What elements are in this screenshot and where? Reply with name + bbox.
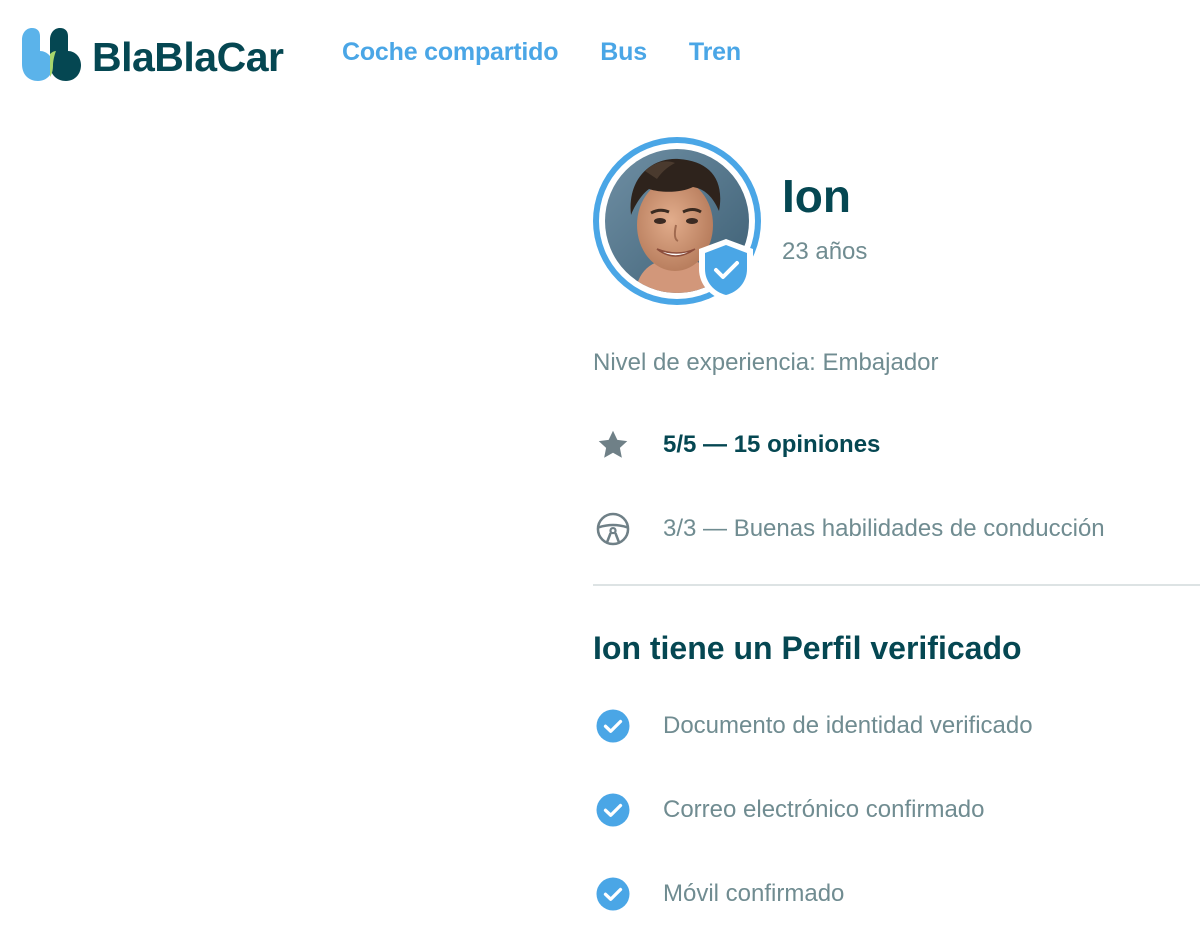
rating-row[interactable]: 5/5 — 15 opiniones (593, 425, 880, 465)
verification-item: Correo electrónico confirmado (593, 790, 984, 830)
verified-profile-title: Ion tiene un Perfil verificado (593, 630, 1022, 666)
check-circle-icon (593, 874, 633, 914)
nav-bus[interactable]: Bus (600, 38, 647, 67)
nav-tren[interactable]: Tren (689, 38, 741, 67)
star-icon (593, 425, 633, 465)
check-circle-icon (593, 706, 633, 746)
rating-text: 5/5 — 15 opiniones (663, 431, 881, 458)
logo-wordmark: BlaBlaCar (92, 33, 284, 80)
verification-item-label: Documento de identidad verificado (663, 712, 1033, 739)
profile-page: BlaBlaCar Coche compartido Bus Tren Ion … (0, 0, 1200, 943)
verification-item-label: Correo electrónico confirmado (663, 796, 985, 823)
profile-age: 23 años (782, 238, 868, 265)
profile-name: Ion (782, 170, 851, 222)
main-nav: Coche compartido Bus Tren (342, 38, 741, 67)
verification-item-label: Móvil confirmado (663, 880, 845, 907)
experience-level: Nivel de experiencia: Embajador (593, 349, 939, 376)
nav-coche-compartido[interactable]: Coche compartido (342, 38, 558, 67)
avatar[interactable] (593, 137, 761, 305)
verification-item: Documento de identidad verificado (593, 706, 1033, 746)
driving-skill-text: 3/3 — Buenas habilidades de conducción (663, 515, 1105, 542)
blablacar-logo[interactable]: BlaBlaCar (18, 24, 284, 84)
blablacar-logo-icon (22, 28, 81, 81)
steering-wheel-icon (593, 509, 633, 549)
verified-shield-icon (699, 239, 753, 301)
section-divider (593, 584, 1200, 586)
check-circle-icon (593, 790, 633, 830)
verification-item: Móvil confirmado (593, 874, 844, 914)
driving-skill-row: 3/3 — Buenas habilidades de conducción (593, 509, 1105, 549)
